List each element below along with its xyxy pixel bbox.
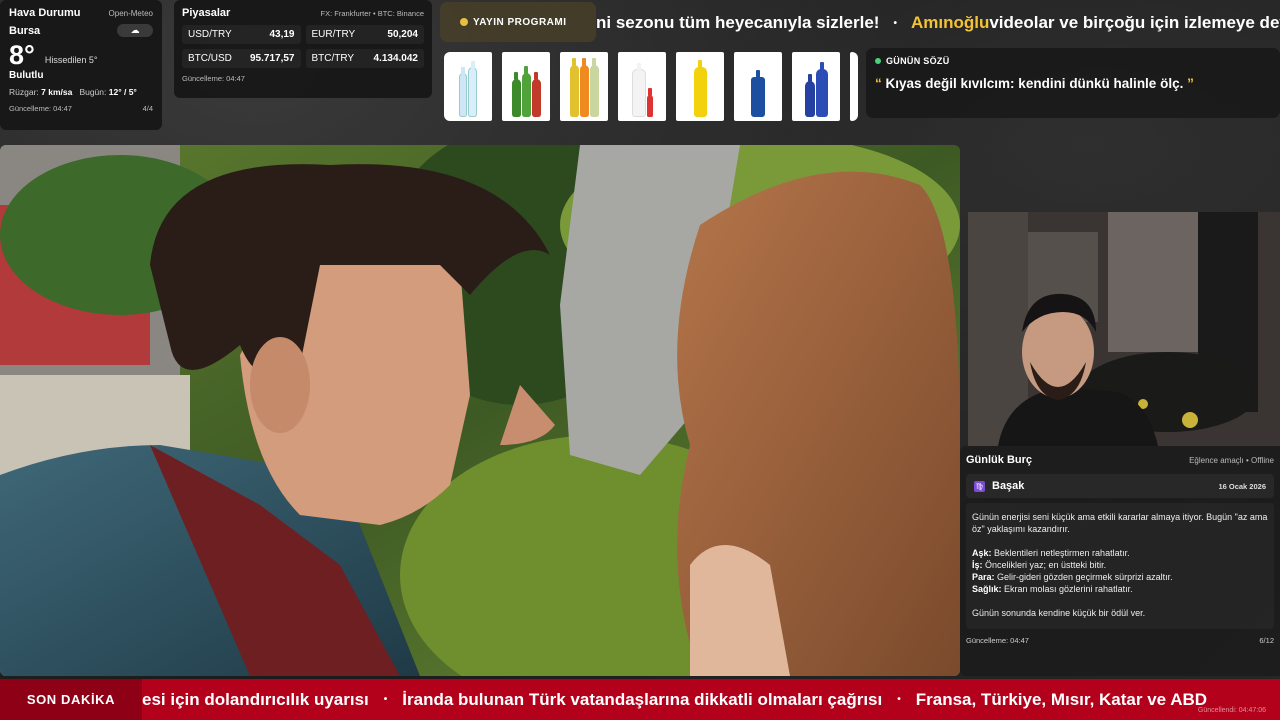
horoscope-line-work: İş: Öncelikleri yaz; en üstteki bitir. — [972, 559, 1268, 571]
horoscope-line-key: Para: — [972, 572, 995, 582]
markets-source: FX: Frankfurter • BTC: Binance — [320, 8, 425, 18]
schedule-button[interactable]: YAYIN PROGRAMI — [440, 2, 596, 42]
horoscope-line-text: Ekran molası gözlerini rahatlatır. — [1001, 584, 1133, 594]
status-dot-icon — [460, 18, 468, 26]
schedule-button-label: YAYIN PROGRAMI — [473, 16, 567, 28]
product-fruit-soda-bottles — [560, 52, 608, 121]
product-green-soda-bottles — [502, 52, 550, 121]
product-blue-can — [734, 52, 782, 121]
horoscope-updated: Güncelleme: 04:47 — [966, 636, 1029, 645]
horoscope-sign: Başak — [992, 480, 1025, 492]
markets-widget: Piyasalar FX: Frankfurter • BTC: Binance… — [174, 0, 432, 98]
product-yellow-bottle — [676, 52, 724, 121]
weather-widget: Hava Durumu Open-Meteo Bursa ☁ 8° Hissed… — [0, 0, 162, 130]
horoscope-page-indicator: 6/12 — [1259, 636, 1274, 645]
market-value: 43,19 — [269, 29, 295, 40]
quote-label: GÜNÜN SÖZÜ — [886, 56, 950, 66]
product-orange-bottles — [850, 52, 858, 121]
market-value: 95.717,57 — [250, 53, 295, 64]
horoscope-line-love: Aşk: Beklentileri netleştirmen rahatlatı… — [972, 547, 1268, 559]
breaking-news-updated: Güncellendi: 04:47:06 — [1197, 707, 1266, 714]
wind-value: 7 km/sa — [41, 87, 73, 97]
breaking-news-label: SON DAKİKA — [0, 679, 142, 720]
ticker-segment: videolar ve birçoğu için izlemeye devam — [989, 13, 1280, 32]
cloud-icon: ☁ — [117, 24, 153, 37]
weather-condition: Bulutlu — [9, 70, 44, 81]
market-label: BTC/TRY — [311, 53, 355, 64]
weather-feels-like: Hissedilen 5° — [44, 55, 98, 65]
breaking-news-item: esi için dolandırıcılık uyarısı — [142, 689, 369, 709]
breaking-news-track: esi için dolandırıcılık uyarısı • İranda… — [142, 679, 1207, 720]
horoscope-line-text: Öncelikleri yaz; en üstteki bitir. — [982, 560, 1107, 570]
quote-text: Kıyas değil kıvılcım: kendini dünkü hali… — [881, 76, 1188, 91]
main-video-player[interactable] — [0, 145, 960, 676]
product-strip — [444, 52, 858, 121]
top-ticker: ni sezonu tüm heyecanıyla sizlerle! • Am… — [596, 0, 1280, 46]
weather-details: Rüzgar: 7 km/sa Bugün: 12° / 5° — [9, 87, 153, 97]
breaking-news-separator: • — [897, 694, 901, 705]
breaking-news-item: İranda bulunan Türk vatandaşlarına dikka… — [402, 689, 883, 709]
horoscope-date: 16 Ocak 2026 — [1218, 481, 1266, 491]
quote-open-mark: “ — [875, 76, 882, 91]
weather-title: Hava Durumu — [9, 7, 81, 19]
horoscope-title: Günlük Burç — [966, 454, 1033, 466]
product-milk-bottle — [618, 52, 666, 121]
wind-label: Rüzgar: — [9, 87, 39, 97]
quote-text-row: “ Kıyas değil kıvılcım: kendini dünkü ha… — [875, 76, 1271, 91]
daily-horoscope-widget: Günlük Burç Eğlence amaçlı • Offline ♍ B… — [960, 446, 1280, 676]
breaking-news-separator: • — [383, 694, 388, 705]
market-label: USD/TRY — [188, 29, 232, 40]
weather-page-indicator: 4/4 — [142, 104, 153, 113]
horoscope-intro: Günün enerjisi seni küçük ama etkili kar… — [972, 512, 1268, 534]
virgo-icon: ♍ — [974, 480, 985, 492]
markets-title: Piyasalar — [182, 7, 231, 19]
market-item-btc-usd: BTC/USD 95.717,57 — [182, 49, 301, 68]
horoscope-line-text: Beklentileri netleştirmen rahatlatır. — [991, 548, 1130, 558]
product-water-bottles — [444, 52, 492, 121]
ticker-separator: • — [893, 17, 897, 29]
market-label: EUR/TRY — [311, 29, 356, 40]
webcam-feed — [968, 212, 1280, 446]
market-value: 50,204 — [387, 29, 418, 40]
horoscope-tag: Eğlence amaçlı • Offline — [1189, 455, 1274, 465]
weather-updated: Güncelleme: 04:47 — [9, 104, 72, 113]
today-label: Bugün: — [79, 87, 107, 97]
breaking-news-item: Fransa, Türkiye, Mısır, Katar ve ABD — [915, 689, 1208, 709]
horoscope-line-key: Sağlık: — [972, 584, 1002, 594]
horoscope-closing: Günün sonunda kendine küçük bir ödül ver… — [972, 608, 1146, 618]
horoscope-line-text: Gelir-gideri gözden geçirmek sürprizi az… — [994, 572, 1173, 582]
horoscope-body: Günün enerjisi seni küçük ama etkili kar… — [966, 503, 1274, 629]
video-frame — [0, 145, 960, 676]
market-item-eur-try: EUR/TRY 50,204 — [305, 25, 424, 44]
weather-city: Bursa — [9, 24, 41, 37]
quote-of-the-day: GÜNÜN SÖZÜ “ Kıyas değil kıvılcım: kendi… — [866, 48, 1280, 118]
product-blue-bottles — [792, 52, 840, 121]
market-item-usd-try: USD/TRY 43,19 — [182, 25, 301, 44]
horoscope-line-key: İş: — [972, 560, 983, 570]
horoscope-lines: Aşk: Beklentileri netleştirmen rahatlatı… — [972, 547, 1268, 595]
breaking-news-bar: SON DAKİKA esi için dolandırıcılık uyarı… — [0, 679, 1280, 720]
markets-updated: Güncelleme: 04:47 — [182, 74, 245, 83]
webcam-frame — [968, 212, 1280, 446]
today-value: 12° / 5° — [108, 87, 137, 97]
horoscope-line-key: Aşk: — [972, 548, 992, 558]
live-dot-icon — [875, 58, 881, 64]
market-label: BTC/USD — [188, 53, 232, 64]
horoscope-line-money: Para: Gelir-gideri gözden geçirmek sürpr… — [972, 571, 1268, 583]
weather-source: Open-Meteo — [108, 8, 153, 18]
horoscope-sign-card: ♍ Başak 16 Ocak 2026 — [966, 474, 1274, 498]
market-item-btc-try: BTC/TRY 4.134.042 — [305, 49, 424, 68]
horoscope-line-health: Sağlık: Ekran molası gözlerini rahatlatı… — [972, 583, 1268, 595]
market-value: 4.134.042 — [373, 53, 419, 64]
ticker-segment: ni sezonu tüm heyecanıyla sizlerle! — [596, 13, 880, 32]
quote-close-mark: ” — [1187, 76, 1194, 91]
weather-temperature: 8° — [9, 40, 35, 70]
ticker-highlight: Amınoğlu — [910, 13, 990, 32]
